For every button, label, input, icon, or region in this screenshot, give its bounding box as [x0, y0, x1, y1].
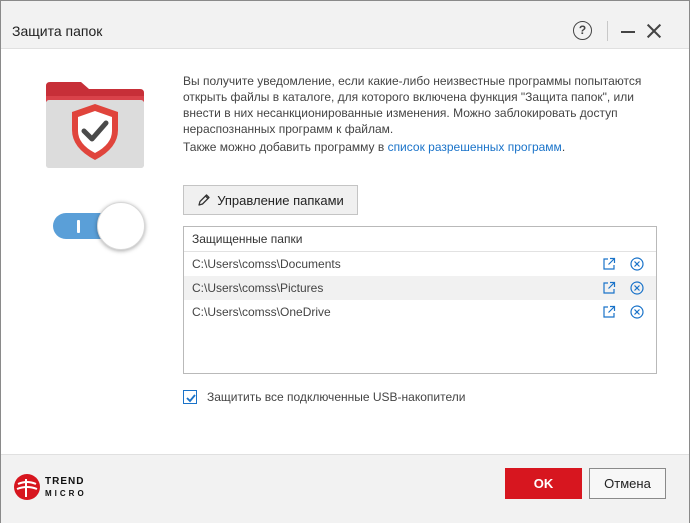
folder-path: C:\Users\comss\Pictures — [192, 281, 324, 295]
protected-folders-list: Защищенные папки C:\Users\comss\Document… — [183, 226, 657, 374]
titlebar-divider — [607, 21, 608, 41]
protection-toggle[interactable] — [53, 202, 145, 250]
note-suffix: . — [561, 140, 566, 154]
dialog-footer: TREND MICRO OK Отмена — [1, 454, 689, 523]
remove-folder-icon[interactable] — [630, 257, 644, 271]
cancel-button[interactable]: Отмена — [589, 468, 666, 499]
pencil-icon — [198, 194, 210, 206]
description-text: Вы получите уведомление, если какие-либо… — [183, 74, 642, 136]
usb-protection-option: Защитить все подключенные USB-накопители — [183, 389, 465, 405]
toggle-knob[interactable] — [97, 202, 145, 250]
toggle-on-indicator — [77, 220, 80, 233]
ok-button[interactable]: OK — [505, 468, 582, 499]
open-folder-icon[interactable] — [602, 305, 616, 319]
remove-folder-icon[interactable] — [630, 305, 644, 319]
manage-folders-button[interactable]: Управление папками — [183, 185, 358, 215]
list-item[interactable]: C:\Users\comss\Documents — [184, 252, 656, 276]
title-bar: Защита папок ? — [1, 1, 689, 49]
folder-path: C:\Users\comss\Documents — [192, 257, 341, 271]
window-title: Защита папок — [12, 23, 103, 39]
close-icon[interactable] — [646, 23, 662, 39]
list-header: Защищенные папки — [184, 227, 656, 252]
minimize-icon[interactable] — [621, 31, 635, 33]
logo-line1: TREND — [45, 475, 85, 487]
list-item[interactable]: C:\Users\comss\OneDrive — [184, 300, 656, 324]
folder-path: C:\Users\comss\OneDrive — [192, 305, 331, 319]
logo-line2: MICRO — [45, 488, 87, 498]
usb-protection-checkbox[interactable] — [183, 390, 197, 404]
note-prefix: Также можно добавить программу в — [183, 140, 388, 154]
allowed-programs-link[interactable]: список разрешенных программ — [388, 140, 562, 154]
open-folder-icon[interactable] — [602, 281, 616, 295]
open-folder-icon[interactable] — [602, 257, 616, 271]
trend-micro-ball-icon — [14, 474, 40, 500]
checkmark-icon — [186, 394, 196, 403]
usb-protection-label[interactable]: Защитить все подключенные USB-накопители — [207, 390, 465, 404]
help-icon[interactable]: ? — [573, 21, 592, 40]
manage-folders-label: Управление папками — [217, 192, 344, 208]
allowed-programs-note: Также можно добавить программу в список … — [183, 139, 653, 155]
protected-folder-icon — [46, 82, 144, 168]
list-item[interactable]: C:\Users\comss\Pictures — [184, 276, 656, 300]
remove-folder-icon[interactable] — [630, 281, 644, 295]
folder-protection-dialog: Защита папок ? Вы получите уведомление, … — [0, 0, 690, 523]
logo-wordmark: TREND MICRO — [45, 475, 87, 498]
trend-micro-logo: TREND MICRO — [13, 473, 87, 501]
